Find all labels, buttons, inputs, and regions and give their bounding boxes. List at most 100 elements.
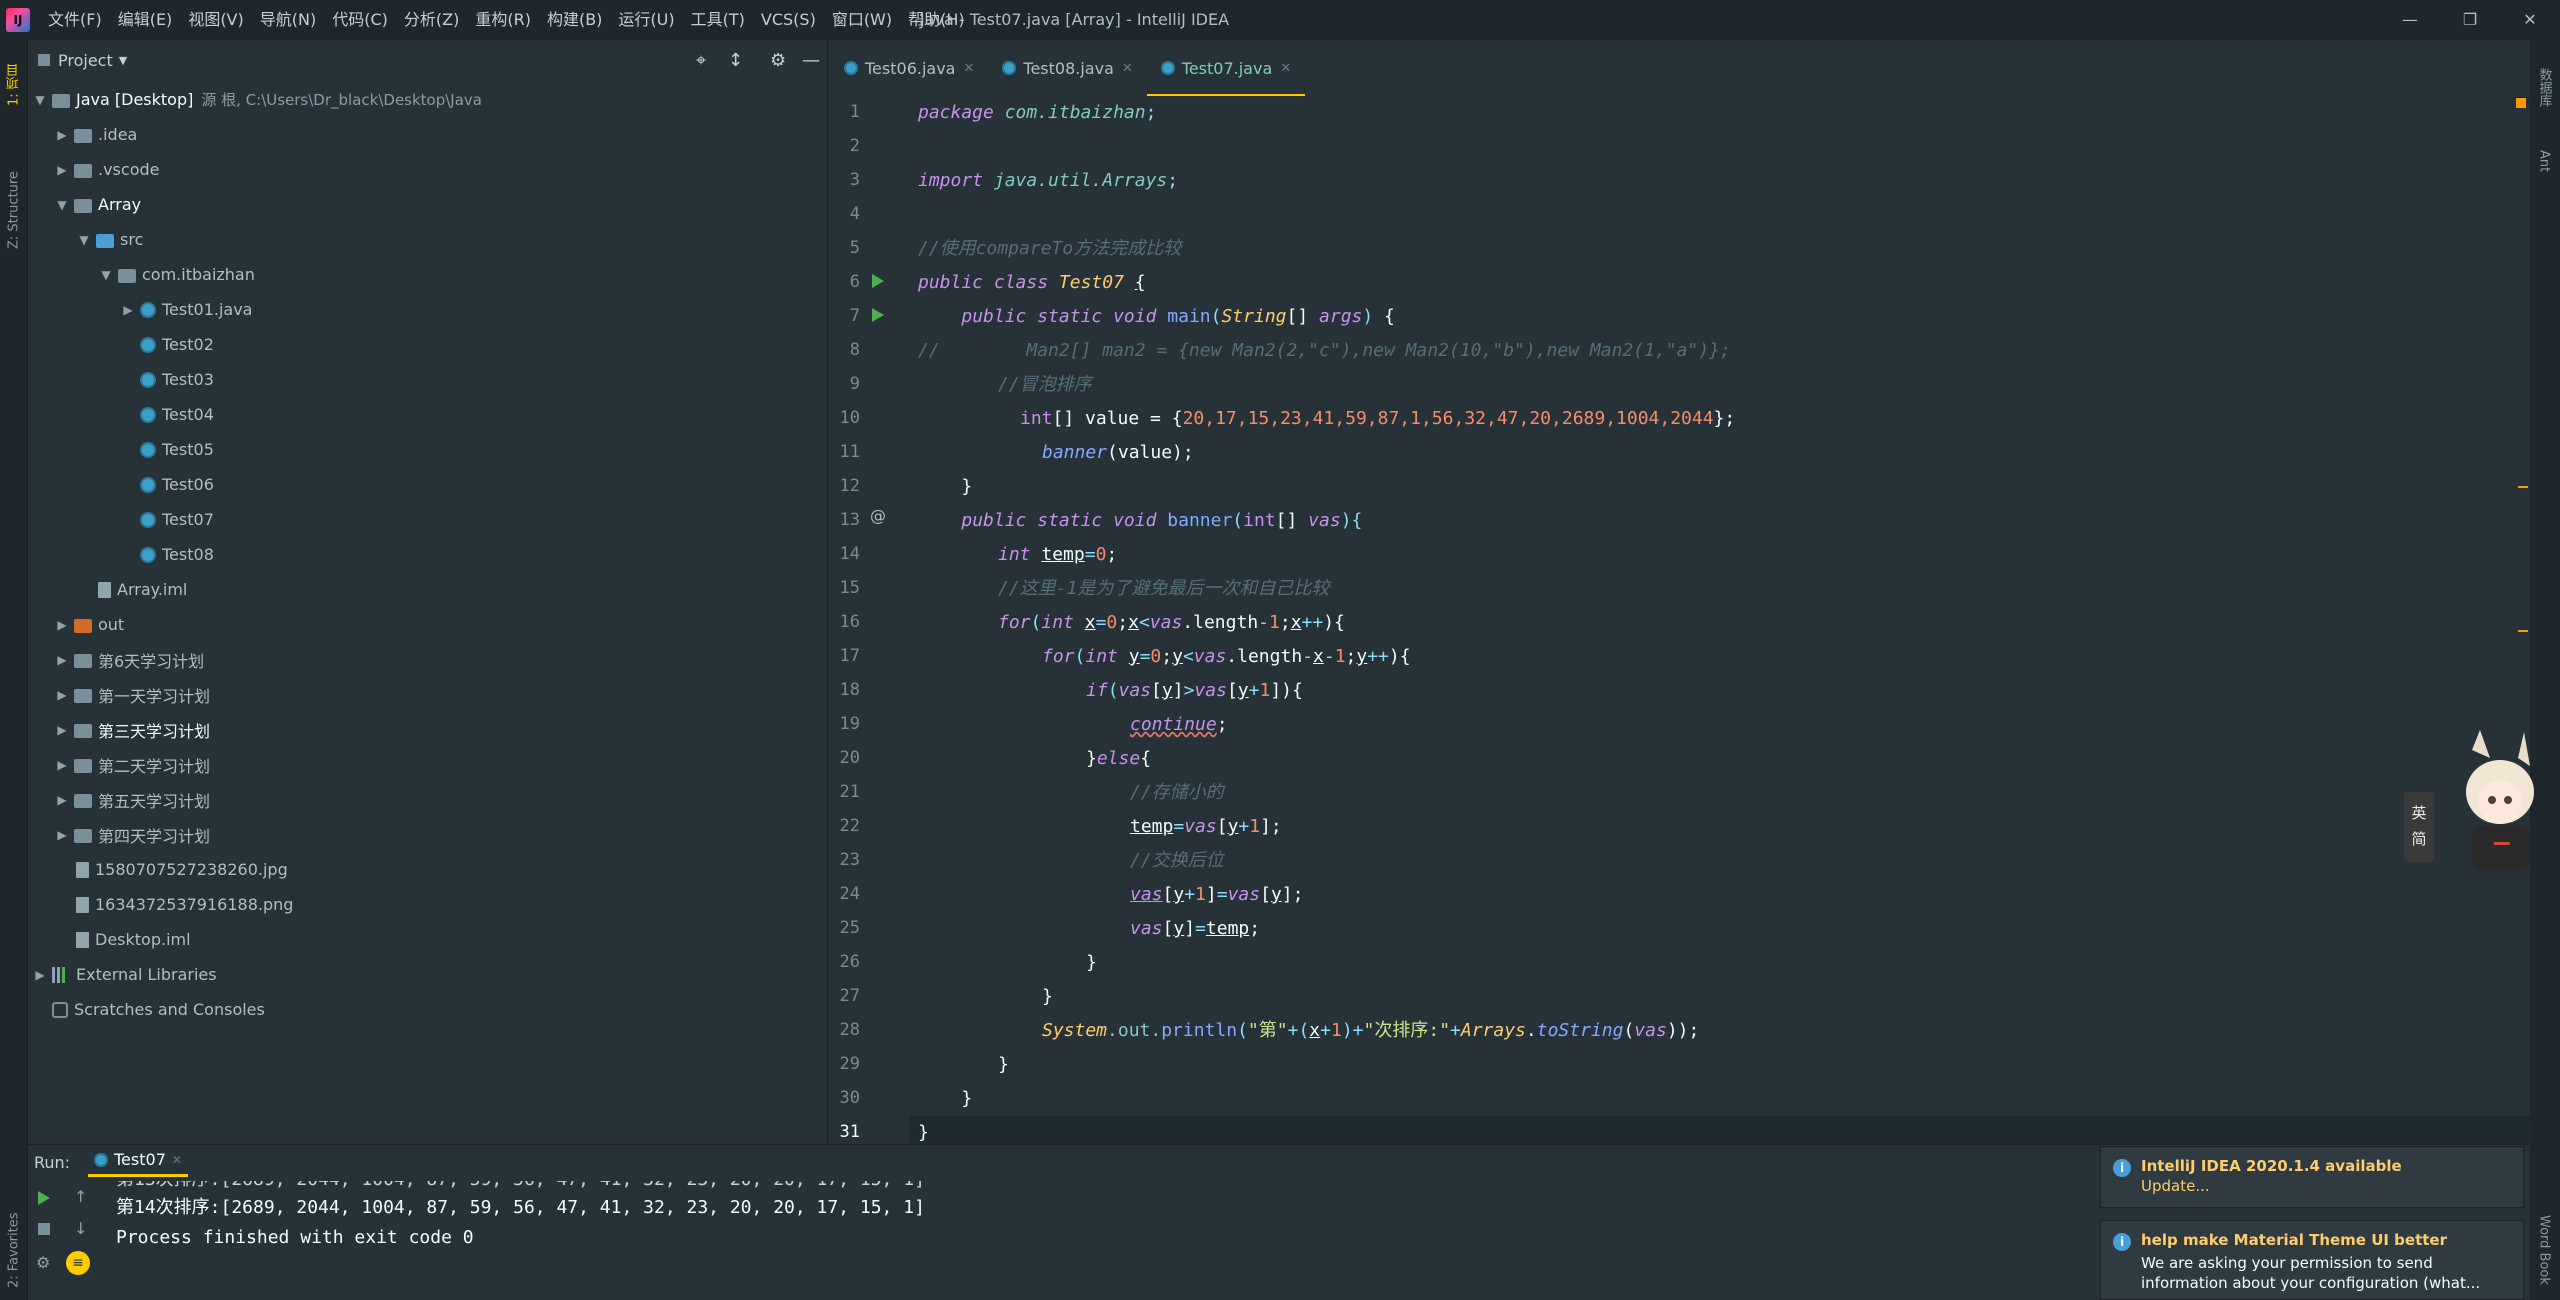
chevron-down-icon[interactable]: ▼ (98, 268, 114, 282)
structure-tool-tab[interactable]: Z: Structure (2, 140, 26, 280)
tree-item-test03[interactable]: Test03 (28, 362, 214, 397)
code-editor[interactable]: package com.itbaizhan; import java.util.… (910, 96, 2530, 1150)
tab-test07[interactable]: Test07.java ✕ (1146, 39, 1306, 97)
tab-test06[interactable]: Test06.java ✕ (830, 39, 988, 97)
ant-tool-tab[interactable]: Ant (2532, 136, 2556, 186)
code-token: "第" (1247, 1020, 1288, 1041)
close-icon[interactable]: ✕ (963, 61, 974, 76)
menu-vcs[interactable]: VCS(S) (753, 0, 824, 40)
tab-test08[interactable]: Test08.java ✕ (988, 39, 1146, 97)
tree-item-package[interactable]: ▼ com.itbaizhan (28, 257, 255, 292)
tree-item-png[interactable]: 1634372537916188.png (28, 887, 293, 922)
chevron-down-icon[interactable]: ▼ (54, 198, 70, 212)
chevron-down-icon[interactable]: ▼ (76, 233, 92, 247)
pin-icon[interactable]: ⚙ (36, 1253, 50, 1272)
tree-item-test05[interactable]: Test05 (28, 432, 214, 467)
override-marker-icon[interactable]: @ (870, 506, 886, 525)
tree-item-src[interactable]: ▼ src (28, 222, 143, 257)
chevron-right-icon[interactable]: ▶ (120, 303, 136, 317)
editor-scroll-markers[interactable] (2514, 96, 2528, 1140)
close-icon[interactable]: ✕ (172, 1153, 182, 1167)
chevron-right-icon[interactable]: ▶ (54, 828, 70, 842)
tree-item-plan-day2[interactable]: ▶ 第二天学习计划 (28, 747, 210, 782)
rerun-icon[interactable] (38, 1191, 50, 1205)
locate-icon[interactable]: ⌖ (696, 50, 706, 71)
close-icon[interactable]: ✕ (1122, 61, 1133, 76)
tree-item-vscode[interactable]: ▶ .vscode (28, 152, 159, 187)
tree-item-plan-day1[interactable]: ▶ 第一天学习计划 (28, 677, 210, 712)
chevron-right-icon[interactable]: ▶ (54, 653, 70, 667)
project-tool-tab[interactable]: 1: 项目 (2, 50, 26, 120)
tree-item-test07[interactable]: Test07 (28, 502, 214, 537)
tree-item-out[interactable]: ▶ out (28, 607, 124, 642)
run-gutter-icon[interactable] (872, 308, 884, 322)
tree-item-test01[interactable]: ▶ Test01.java (28, 292, 252, 327)
tree-item-jpg[interactable]: 1580707527238260.jpg (28, 852, 288, 887)
assistant-avatar[interactable]: 英简 (2400, 730, 2548, 870)
tree-item-path: 源 根, C:\Users\Dr_black\Desktop\Java (201, 91, 482, 109)
tree-item-plan-day4[interactable]: ▶ 第四天学习计划 (28, 817, 210, 852)
menu-refactor[interactable]: 重构(R) (467, 0, 539, 40)
tree-item-test02[interactable]: Test02 (28, 327, 214, 362)
tree-item-test06[interactable]: Test06 (28, 467, 214, 502)
database-tool-tab[interactable]: 数据库 (2532, 52, 2556, 122)
tree-item-external-libraries[interactable]: ▶ External Libraries (28, 957, 216, 992)
chevron-right-icon[interactable]: ▶ (54, 793, 70, 807)
tree-item-java-root[interactable]: ▼ Java [Desktop] 源 根, C:\Users\Dr_black\… (28, 82, 482, 117)
menu-window[interactable]: 窗口(W) (824, 0, 900, 40)
arrow-down-icon[interactable]: ↓ (74, 1219, 87, 1238)
tree-item-plan-day6[interactable]: ▶ 第6天学习计划 (28, 642, 204, 677)
arrow-up-icon[interactable]: ↑ (74, 1187, 87, 1206)
chevron-down-icon[interactable]: ▼ (32, 93, 48, 107)
tree-item-test08[interactable]: Test08 (28, 537, 214, 572)
chevron-right-icon[interactable]: ▶ (54, 758, 70, 772)
tree-item-plan-day5[interactable]: ▶ 第五天学习计划 (28, 782, 210, 817)
tree-item-array-iml[interactable]: Array.iml (28, 572, 187, 607)
project-panel-title[interactable]: Project (58, 51, 113, 70)
stop-icon[interactable] (38, 1223, 50, 1235)
code-token: int (1020, 408, 1053, 429)
tree-item-array[interactable]: ▼ Array (28, 187, 141, 222)
tree-item-desktop-iml[interactable]: Desktop.iml (28, 922, 191, 957)
chevron-right-icon[interactable]: ▶ (54, 163, 70, 177)
chevron-right-icon[interactable]: ▶ (54, 723, 70, 737)
tree-item-scratches[interactable]: Scratches and Consoles (28, 992, 265, 1027)
hide-panel-icon[interactable]: — (802, 50, 820, 71)
menu-analyze[interactable]: 分析(Z) (396, 0, 467, 40)
chevron-right-icon[interactable]: ▶ (54, 688, 70, 702)
menu-edit[interactable]: 编辑(E) (110, 0, 181, 40)
restore-button[interactable]: ❐ (2440, 0, 2500, 40)
menu-code[interactable]: 代码(C) (324, 0, 396, 40)
menu-run[interactable]: 运行(U) (610, 0, 682, 40)
soft-wrap-icon[interactable]: ≡ (66, 1251, 90, 1275)
menu-build[interactable]: 构建(B) (539, 0, 610, 40)
close-window-button[interactable]: ✕ (2500, 0, 2560, 40)
tree-item-test04[interactable]: Test04 (28, 397, 214, 432)
favorites-tool-tab[interactable]: 2: Favorites (2, 1200, 26, 1300)
update-link[interactable]: Update... (2141, 1177, 2509, 1195)
minimize-button[interactable]: — (2380, 0, 2440, 40)
chevron-right-icon[interactable]: ▶ (54, 618, 70, 632)
tree-item-plan-day3[interactable]: ▶ 第三天学习计划 (28, 712, 210, 747)
close-icon[interactable]: ✕ (1280, 61, 1291, 76)
collapse-icon[interactable]: ↕ (728, 50, 743, 71)
project-icon (38, 54, 50, 66)
chevron-right-icon[interactable]: ▶ (32, 968, 48, 982)
word-book-tool-tab[interactable]: Word Book (2532, 1205, 2556, 1295)
menu-tools[interactable]: 工具(T) (683, 0, 753, 40)
code-comment: // Man2[] man2 = {new Man2(2,"c"),new Ma… (918, 340, 1731, 361)
material-theme-notification[interactable]: i help make Material Theme UI better We … (2100, 1220, 2524, 1300)
tree-item-label: .idea (98, 125, 138, 144)
run-gutter-icon[interactable] (872, 274, 884, 288)
update-notification[interactable]: i IntelliJ IDEA 2020.1.4 available Updat… (2100, 1146, 2524, 1208)
gear-icon[interactable]: ⚙ (770, 50, 786, 71)
menu-file[interactable]: 文件(F) (40, 0, 110, 40)
warning-indicator-icon[interactable] (2516, 98, 2526, 108)
menu-view[interactable]: 视图(V) (180, 0, 251, 40)
ime-indicator[interactable]: 英简 (2404, 792, 2434, 862)
run-tab-test07[interactable]: Test07 ✕ (88, 1145, 188, 1177)
menu-navigate[interactable]: 导航(N) (252, 0, 324, 40)
chevron-right-icon[interactable]: ▶ (54, 128, 70, 142)
chevron-down-icon[interactable]: ▼ (119, 54, 127, 67)
tree-item-idea[interactable]: ▶ .idea (28, 117, 137, 152)
